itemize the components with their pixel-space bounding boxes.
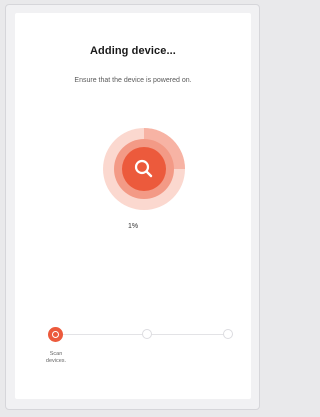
step-scan-label: Scan devices. [31, 351, 81, 365]
scan-progress-graphic [103, 128, 185, 210]
instruction-text: Ensure that the device is powered on. [74, 77, 192, 84]
step-scan-label-line2: devices. [45, 358, 67, 364]
page-title: Adding device... [90, 45, 176, 57]
scan-core [122, 147, 166, 191]
scan-indicator [99, 124, 189, 214]
adding-device-screen: Adding device... Ensure that the device … [15, 13, 251, 399]
step-scan-label-line1: Scan [49, 351, 63, 357]
progress-percent: 1% [127, 223, 139, 230]
step-3-indicator [223, 329, 233, 339]
step-scan-indicator [48, 327, 63, 342]
step-2-indicator [142, 329, 152, 339]
phone-frame: Adding device... Ensure that the device … [5, 4, 260, 410]
